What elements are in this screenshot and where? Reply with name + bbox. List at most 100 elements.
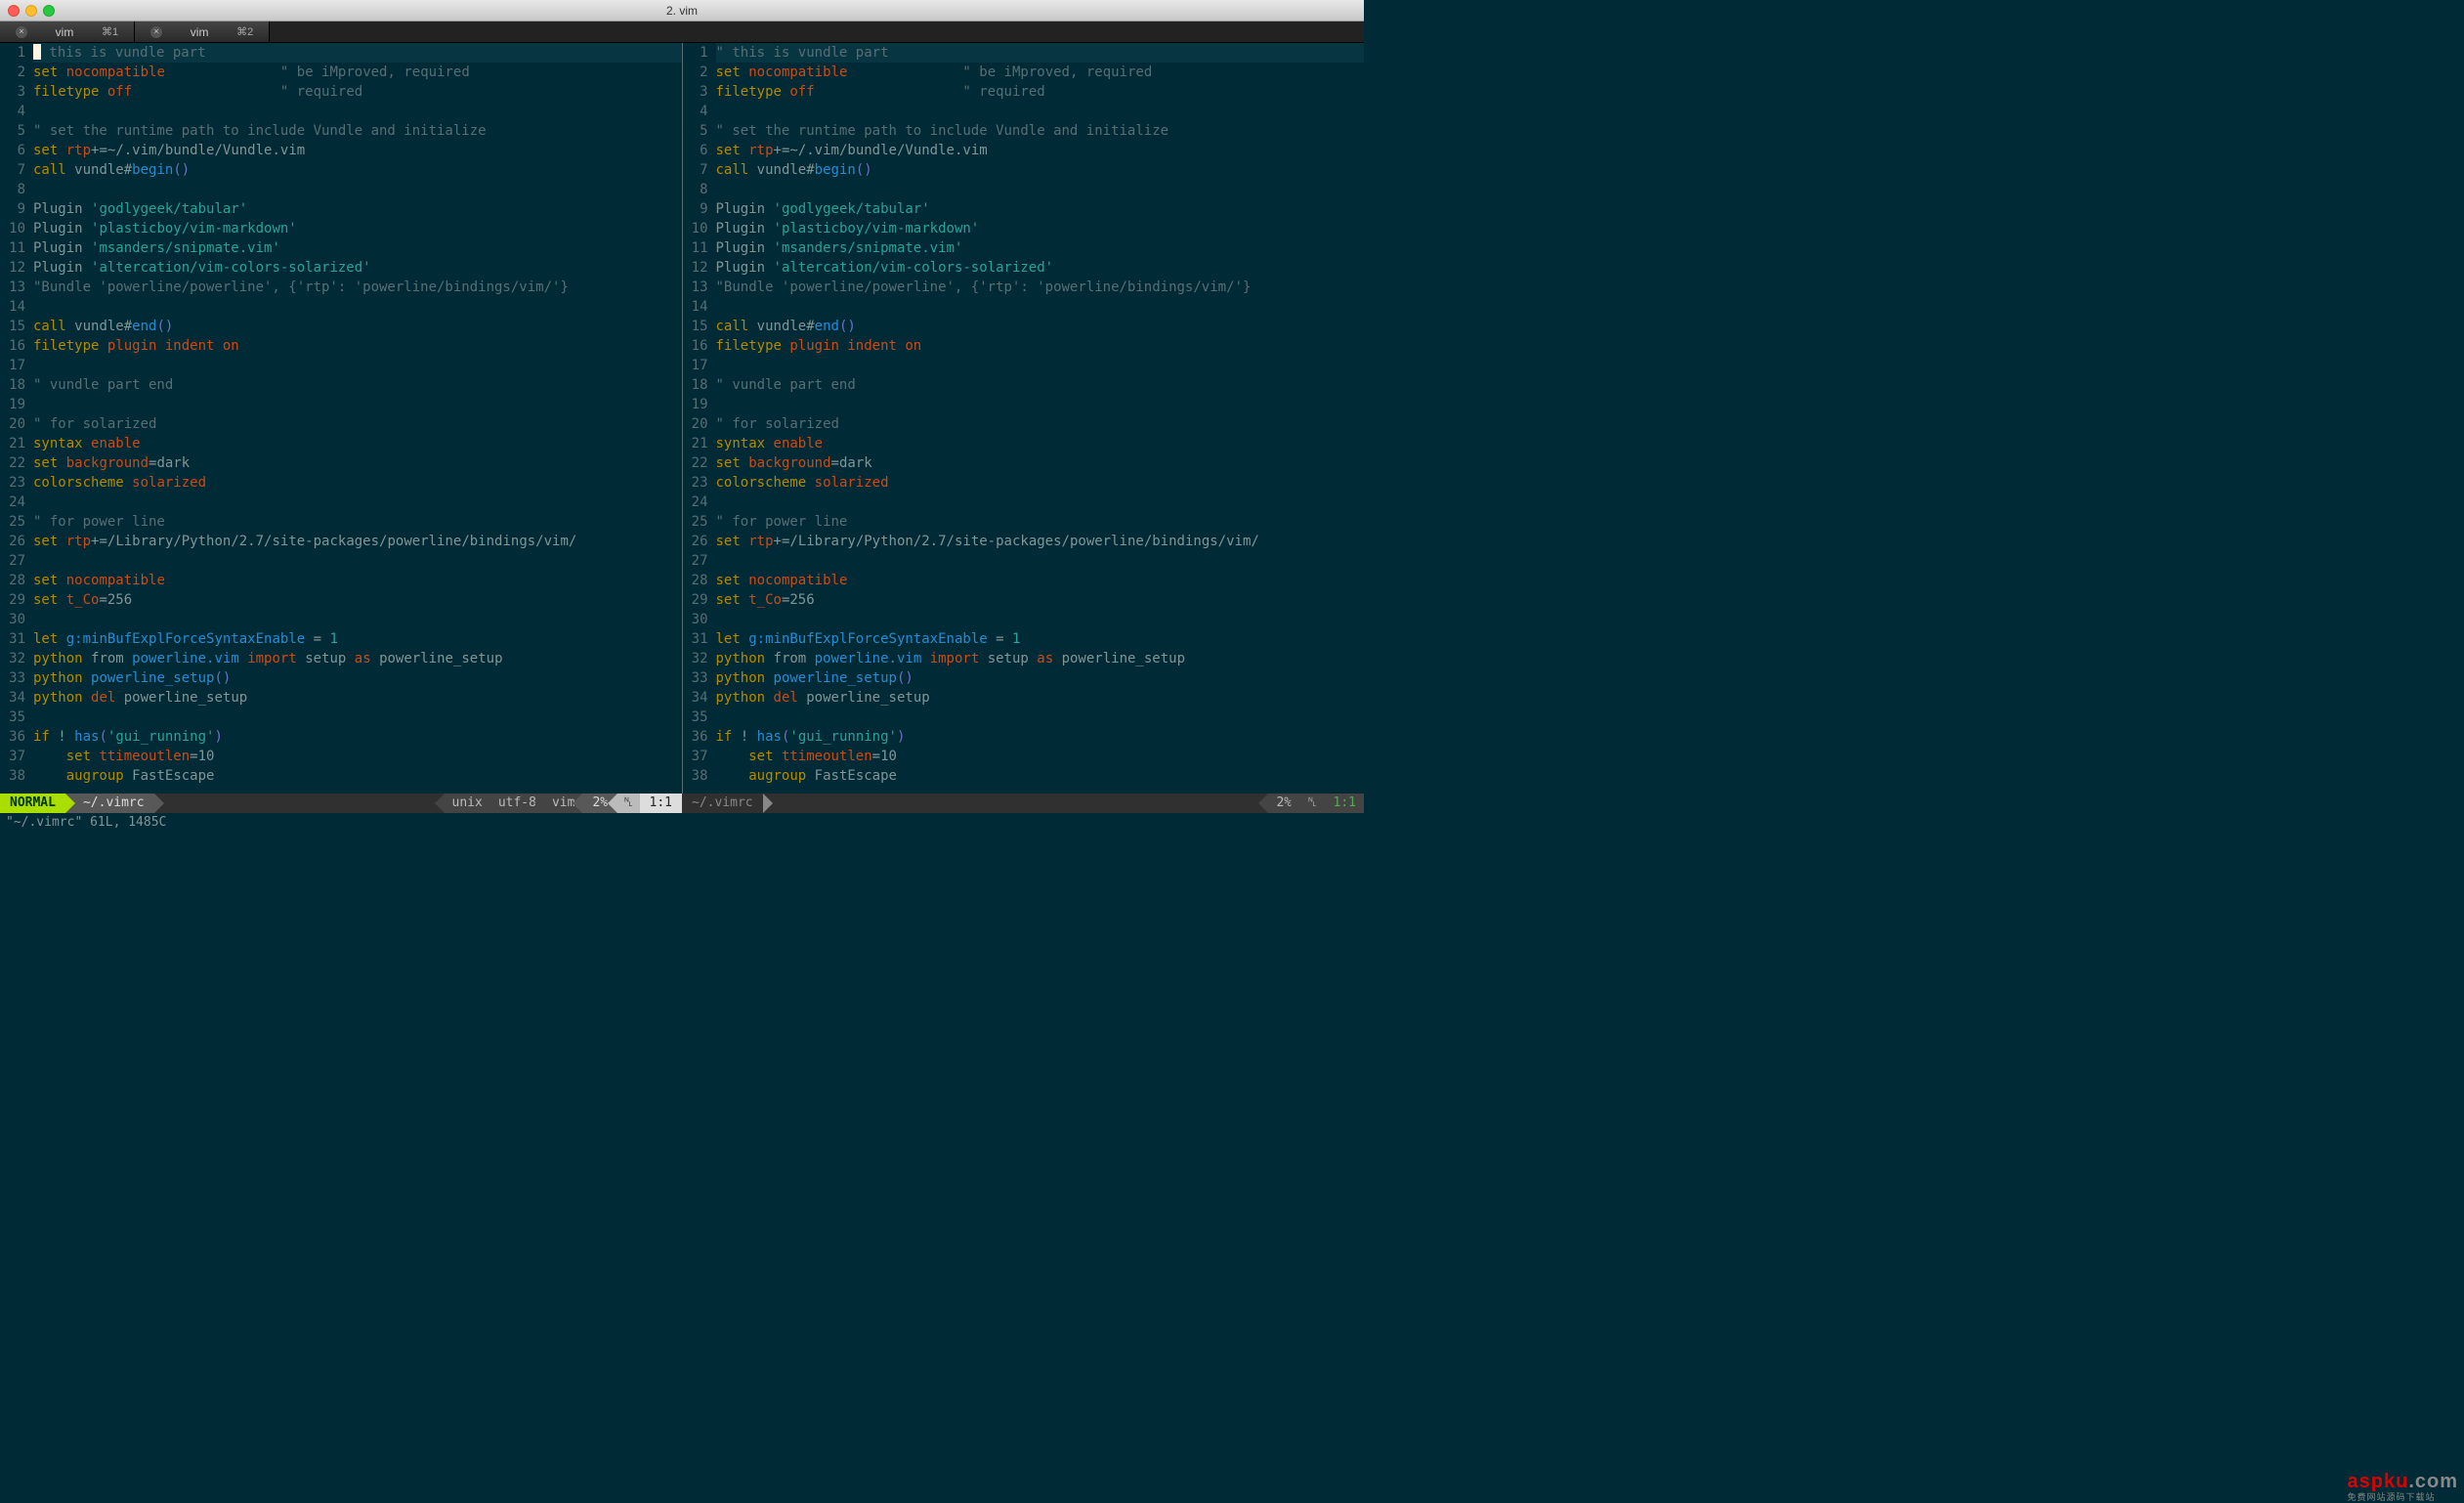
code-line: augroup FastEscape [33, 766, 682, 786]
code-line: Plugin 'msanders/snipmate.vim' [716, 238, 1365, 258]
code-line: set ttimeoutlen=10 [33, 747, 682, 766]
code-line [716, 493, 1365, 512]
code-line: syntax enable [716, 434, 1365, 453]
line-gutter: 1234567891011121314151617181920212223242… [0, 43, 31, 794]
code-line: set t_Co=256 [33, 590, 682, 610]
code-line: " for solarized [716, 414, 1365, 434]
code-line: Plugin 'msanders/snipmate.vim' [33, 238, 682, 258]
code-line: set nocompatible [33, 571, 682, 590]
window-title: 2. vim [0, 4, 1364, 18]
code-line: Plugin 'godlygeek/tabular' [716, 199, 1365, 219]
code-line: let g:minBufExplForceSyntaxEnable = 1 [33, 629, 682, 649]
code-line [716, 356, 1365, 375]
mode-indicator: NORMAL [0, 794, 65, 813]
code-line [716, 102, 1365, 121]
code-line [33, 395, 682, 414]
code-line: Plugin 'altercation/vim-colors-solarized… [716, 258, 1365, 278]
code-line: if ! has('gui_running') [716, 727, 1365, 747]
code-line: set nocompatible [716, 571, 1365, 590]
line-icon: ␤ [1299, 794, 1325, 813]
file-path: ~/.vimrc [65, 794, 154, 813]
tab-shortcut: ⌘2 [236, 25, 253, 38]
code-line [33, 297, 682, 317]
code-line [33, 180, 682, 199]
code-line: call vundle#begin() [33, 160, 682, 180]
statusline: NORMAL ~/.vimrc unix utf-8 vim 2% ␤ 1:1 … [0, 794, 1364, 813]
code-area[interactable]: this is vundle partset nocompatible " be… [31, 43, 682, 794]
file-path: ~/.vimrc [682, 794, 763, 813]
code-line: let g:minBufExplForceSyntaxEnable = 1 [716, 629, 1365, 649]
tab-shortcut: ⌘1 [102, 25, 118, 38]
code-line: set rtp+=~/.vim/bundle/Vundle.vim [716, 141, 1365, 160]
line-gutter: 1234567891011121314151617181920212223242… [683, 43, 714, 794]
code-line [33, 102, 682, 121]
code-line: if ! has('gui_running') [33, 727, 682, 747]
editor-area: 1234567891011121314151617181920212223242… [0, 43, 1364, 794]
code-line: "Bundle 'powerline/powerline', {'rtp': '… [33, 278, 682, 297]
code-line: filetype off " required [33, 82, 682, 102]
code-area[interactable]: " this is vundle partset nocompatible " … [714, 43, 1365, 794]
titlebar: 2. vim [0, 0, 1364, 21]
code-line: filetype plugin indent on [716, 336, 1365, 356]
close-icon[interactable]: × [16, 26, 27, 38]
cmdline-text: "~/.vimrc" 61L, 1485C [6, 813, 166, 833]
code-line [33, 708, 682, 727]
code-line [716, 551, 1365, 571]
code-line: set background=dark [33, 453, 682, 473]
code-line: Plugin 'godlygeek/tabular' [33, 199, 682, 219]
code-line: colorscheme solarized [716, 473, 1365, 493]
code-line: filetype off " required [716, 82, 1365, 102]
pane-left[interactable]: 1234567891011121314151617181920212223242… [0, 43, 682, 794]
code-line: " set the runtime path to include Vundle… [33, 121, 682, 141]
pane-right[interactable]: 1234567891011121314151617181920212223242… [682, 43, 1365, 794]
code-line: python from powerline.vim import setup a… [716, 649, 1365, 668]
code-line: python del powerline_setup [33, 688, 682, 708]
tab-1[interactable]: × vim ⌘1 [0, 21, 135, 42]
code-line: Plugin 'altercation/vim-colors-solarized… [33, 258, 682, 278]
code-line: set background=dark [716, 453, 1365, 473]
code-line: " set the runtime path to include Vundle… [716, 121, 1365, 141]
code-line: filetype plugin indent on [33, 336, 682, 356]
code-line [716, 180, 1365, 199]
close-icon[interactable]: × [150, 26, 162, 38]
code-line [33, 356, 682, 375]
code-line: set nocompatible " be iMproved, required [716, 63, 1365, 82]
cursor-pos: 1:1 [1326, 794, 1364, 813]
code-line: set rtp+=/Library/Python/2.7/site-packag… [716, 532, 1365, 551]
code-line: python powerline_setup() [33, 668, 682, 688]
code-line: " vundle part end [33, 375, 682, 395]
code-line: " for power line [716, 512, 1365, 532]
code-line: "Bundle 'powerline/powerline', {'rtp': '… [716, 278, 1365, 297]
code-line: call vundle#end() [716, 317, 1365, 336]
line-icon: ␤ [617, 794, 639, 813]
code-line: set ttimeoutlen=10 [716, 747, 1365, 766]
code-line: " this is vundle part [716, 43, 1365, 63]
code-line [33, 551, 682, 571]
code-line [33, 493, 682, 512]
code-line [716, 297, 1365, 317]
code-line: Plugin 'plasticboy/vim-markdown' [716, 219, 1365, 238]
code-line: set t_Co=256 [716, 590, 1365, 610]
statusline-left-pane: NORMAL ~/.vimrc unix utf-8 vim 2% ␤ 1:1 [0, 794, 682, 813]
code-line [33, 610, 682, 629]
command-line[interactable]: "~/.vimrc" 61L, 1485C [0, 813, 1364, 833]
code-line: set nocompatible " be iMproved, required [33, 63, 682, 82]
code-line: " vundle part end [716, 375, 1365, 395]
watermark: aspku.com 免费网站源码下载站 [2348, 1471, 2459, 1501]
tab-label: vim [170, 25, 229, 39]
code-line: call vundle#end() [33, 317, 682, 336]
code-line: " for solarized [33, 414, 682, 434]
code-line: set rtp+=~/.vim/bundle/Vundle.vim [33, 141, 682, 160]
code-line: augroup FastEscape [716, 766, 1365, 786]
code-line: Plugin 'plasticboy/vim-markdown' [33, 219, 682, 238]
code-line [716, 395, 1365, 414]
code-line: python from powerline.vim import setup a… [33, 649, 682, 668]
code-line: call vundle#begin() [716, 160, 1365, 180]
cursor-pos: 1:1 [640, 794, 682, 813]
code-line [716, 610, 1365, 629]
code-line: python powerline_setup() [716, 668, 1365, 688]
code-line: set rtp+=/Library/Python/2.7/site-packag… [33, 532, 682, 551]
tab-bar: × vim ⌘1 × vim ⌘2 [0, 21, 1364, 43]
statusline-right-pane: ~/.vimrc 2% ␤ 1:1 [682, 794, 1364, 813]
tab-2[interactable]: × vim ⌘2 [135, 21, 270, 42]
